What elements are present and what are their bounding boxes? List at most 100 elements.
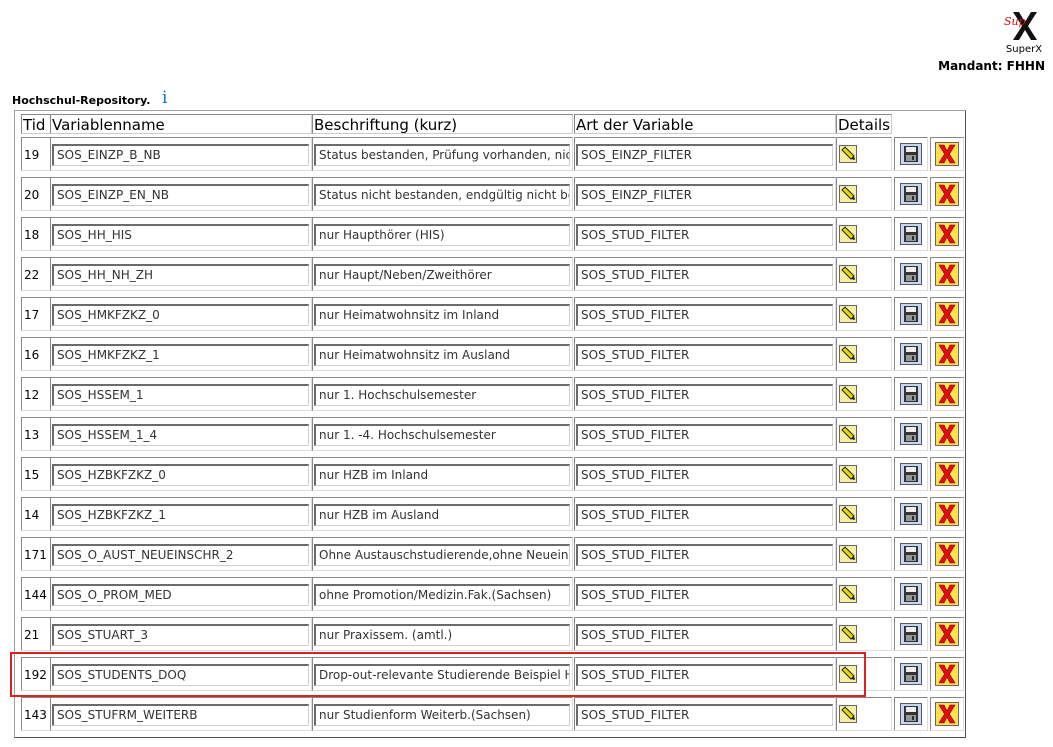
- pencil-icon[interactable]: [839, 625, 857, 647]
- delete-icon[interactable]: [935, 662, 959, 690]
- variable-name-field[interactable]: SOS_HMKFZKZ_0: [52, 304, 309, 326]
- pencil-icon[interactable]: [839, 345, 857, 367]
- art-field[interactable]: SOS_STUD_FILTER: [576, 464, 833, 486]
- delete-icon[interactable]: [935, 302, 959, 330]
- details-cell: [836, 177, 892, 211]
- pencil-icon[interactable]: [839, 505, 857, 527]
- variable-name-field[interactable]: SOS_HSSEM_1: [52, 384, 309, 406]
- pencil-icon[interactable]: [839, 585, 857, 607]
- save-icon[interactable]: [900, 503, 922, 529]
- variable-name-field[interactable]: SOS_EINZP_B_NB: [52, 144, 309, 166]
- save-cell: [894, 137, 928, 171]
- art-field[interactable]: SOS_STUD_FILTER: [576, 384, 833, 406]
- details-cell: [836, 217, 892, 251]
- save-icon[interactable]: [900, 343, 922, 369]
- label-field[interactable]: Ohne Austauschstudierende,ohne Neueinsc: [314, 544, 570, 566]
- save-icon[interactable]: [900, 143, 922, 169]
- delete-icon[interactable]: [935, 262, 959, 290]
- save-icon[interactable]: [900, 383, 922, 409]
- art-field[interactable]: SOS_STUD_FILTER: [576, 224, 833, 246]
- label-field[interactable]: nur Haupthörer (HIS): [314, 224, 570, 246]
- save-icon[interactable]: [900, 223, 922, 249]
- pencil-icon[interactable]: [839, 265, 857, 287]
- save-icon[interactable]: [900, 423, 922, 449]
- save-cell: [894, 497, 928, 531]
- pencil-icon[interactable]: [839, 305, 857, 327]
- delete-icon[interactable]: [935, 582, 959, 610]
- variable-name-field[interactable]: SOS_HSSEM_1_4: [52, 424, 309, 446]
- label-field[interactable]: nur Studienform Weiterb.(Sachsen): [314, 704, 570, 726]
- delete-icon[interactable]: [935, 222, 959, 250]
- art-field[interactable]: SOS_STUD_FILTER: [576, 424, 833, 446]
- info-icon[interactable]: i: [162, 88, 167, 108]
- label-field[interactable]: Status nicht bestanden, endgültig nicht …: [314, 184, 570, 206]
- art-field[interactable]: SOS_STUD_FILTER: [576, 344, 833, 366]
- pencil-icon[interactable]: [839, 465, 857, 487]
- art-field[interactable]: SOS_STUD_FILTER: [576, 704, 833, 726]
- label-field[interactable]: Status bestanden, Prüfung vorhanden, nic…: [314, 144, 570, 166]
- delete-icon[interactable]: [935, 422, 959, 450]
- save-icon[interactable]: [900, 303, 922, 329]
- art-field[interactable]: SOS_STUD_FILTER: [576, 504, 833, 526]
- label-field[interactable]: nur HZB im Inland: [314, 464, 570, 486]
- delete-icon[interactable]: [935, 702, 959, 730]
- delete-icon[interactable]: [935, 142, 959, 170]
- save-icon[interactable]: [900, 663, 922, 689]
- variable-name-field[interactable]: SOS_O_PROM_MED: [52, 584, 309, 606]
- delete-icon[interactable]: [935, 382, 959, 410]
- variable-name-field[interactable]: SOS_EINZP_EN_NB: [52, 184, 309, 206]
- label-field[interactable]: ohne Promotion/Medizin.Fak.(Sachsen): [314, 584, 570, 606]
- label-field[interactable]: nur Praxissem. (amtl.): [314, 624, 570, 646]
- delete-icon[interactable]: [935, 182, 959, 210]
- art-field[interactable]: SOS_STUD_FILTER: [576, 624, 833, 646]
- variable-name-field[interactable]: SOS_HZBKFZKZ_0: [52, 464, 309, 486]
- save-icon[interactable]: [900, 583, 922, 609]
- save-cell: [894, 417, 928, 451]
- variable-name-field[interactable]: SOS_HMKFZKZ_1: [52, 344, 309, 366]
- save-cell: [894, 177, 928, 211]
- pencil-icon[interactable]: [839, 145, 857, 167]
- save-icon[interactable]: [900, 623, 922, 649]
- art-cell: SOS_EINZP_FILTER: [574, 137, 836, 171]
- pencil-icon[interactable]: [839, 705, 857, 727]
- save-icon[interactable]: [900, 463, 922, 489]
- delete-icon[interactable]: [935, 622, 959, 650]
- art-field[interactable]: SOS_STUD_FILTER: [576, 544, 833, 566]
- save-icon[interactable]: [900, 263, 922, 289]
- delete-cell: [930, 177, 964, 211]
- art-field[interactable]: SOS_EINZP_FILTER: [576, 184, 833, 206]
- variable-name-field[interactable]: SOS_STUFRM_WEITERB: [52, 704, 309, 726]
- art-field[interactable]: SOS_EINZP_FILTER: [576, 144, 833, 166]
- label-field[interactable]: nur Heimatwohnsitz im Ausland: [314, 344, 570, 366]
- label-field[interactable]: nur 1. Hochschulsemester: [314, 384, 570, 406]
- label-field[interactable]: nur HZB im Ausland: [314, 504, 570, 526]
- name-cell: SOS_HH_HIS: [50, 217, 312, 251]
- pencil-icon[interactable]: [839, 185, 857, 207]
- pencil-icon[interactable]: [839, 225, 857, 247]
- variable-name-field[interactable]: SOS_STUART_3: [52, 624, 309, 646]
- art-field[interactable]: SOS_STUD_FILTER: [576, 264, 833, 286]
- art-field[interactable]: SOS_STUD_FILTER: [576, 584, 833, 606]
- pencil-icon[interactable]: [839, 425, 857, 447]
- variable-name-field[interactable]: SOS_HH_NH_ZH: [52, 264, 309, 286]
- delete-icon[interactable]: [935, 542, 959, 570]
- pencil-icon[interactable]: [839, 385, 857, 407]
- variable-name-field[interactable]: SOS_HH_HIS: [52, 224, 309, 246]
- label-field[interactable]: nur Heimatwohnsitz im Inland: [314, 304, 570, 326]
- variable-name-field[interactable]: SOS_O_AUST_NEUEINSCHR_2: [52, 544, 309, 566]
- name-cell: SOS_HZBKFZKZ_0: [50, 457, 312, 491]
- label-field[interactable]: nur 1. -4. Hochschulsemester: [314, 424, 570, 446]
- delete-icon[interactable]: [935, 502, 959, 530]
- label-field[interactable]: nur Haupt/Neben/Zweithörer: [314, 264, 570, 286]
- delete-icon[interactable]: [935, 342, 959, 370]
- save-icon[interactable]: [900, 543, 922, 569]
- label-cell: nur HZB im Inland: [312, 457, 573, 491]
- name-cell: SOS_EINZP_B_NB: [50, 137, 312, 171]
- delete-icon[interactable]: [935, 462, 959, 490]
- variable-name-field[interactable]: SOS_HZBKFZKZ_1: [52, 504, 309, 526]
- art-field[interactable]: SOS_STUD_FILTER: [576, 304, 833, 326]
- pencil-icon[interactable]: [839, 545, 857, 567]
- delete-cell: [930, 497, 964, 531]
- save-icon[interactable]: [900, 183, 922, 209]
- save-icon[interactable]: [900, 703, 922, 729]
